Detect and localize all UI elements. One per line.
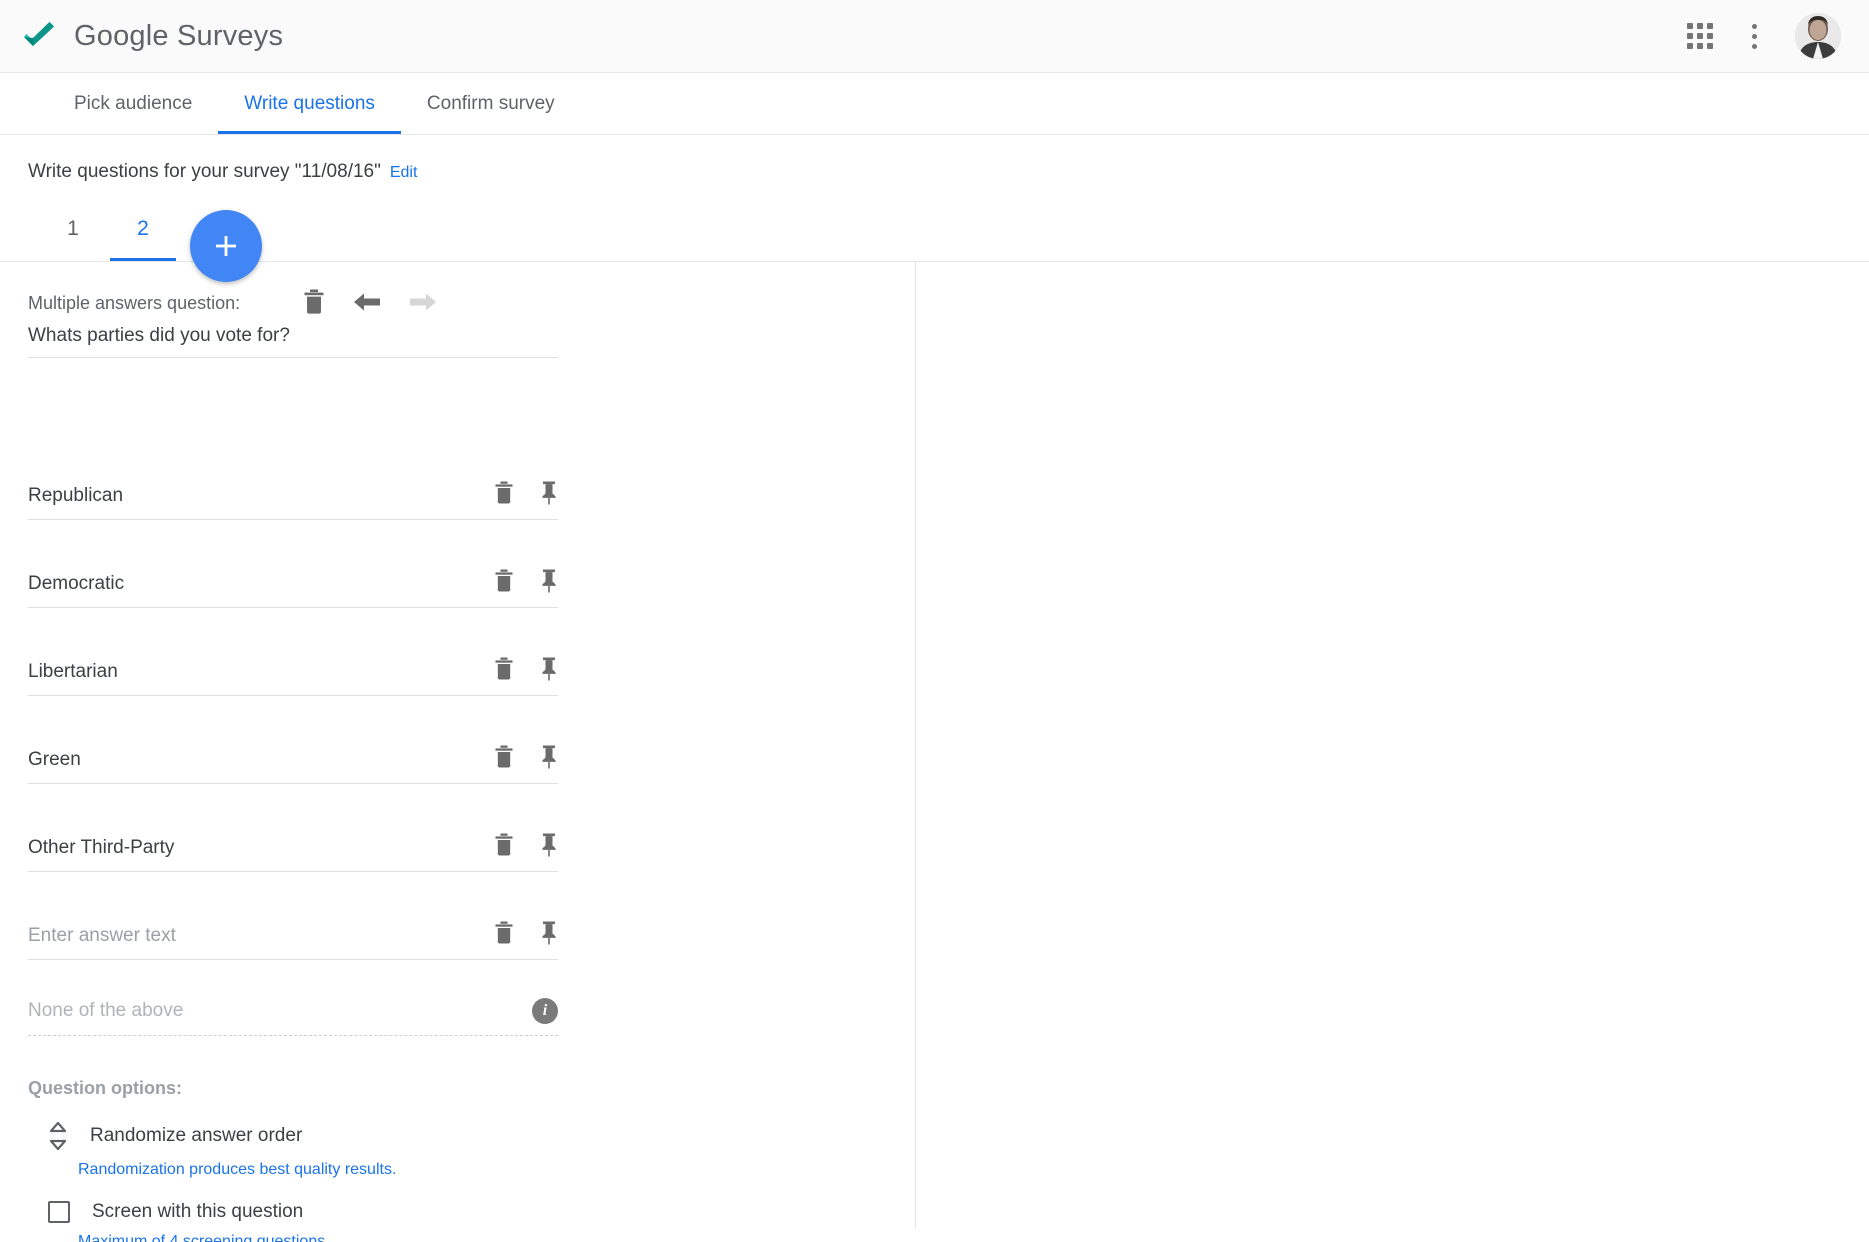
question-editor-pane: Multiple answers question: Whats parties… [0,261,915,1242]
trash-icon [494,569,514,596]
pin-answer-button[interactable] [540,569,558,596]
teal-checkmark-logo-icon [20,17,58,55]
answer-text-input[interactable] [28,748,494,771]
answer-actions [494,921,558,950]
answer-text-input[interactable] [28,836,494,859]
content-split: Multiple answers question: Whats parties… [0,261,1869,1242]
trash-icon [494,921,514,948]
pin-answer-button[interactable] [540,657,558,684]
apps-grid-icon[interactable] [1687,23,1713,49]
arrow-left-icon [353,290,381,317]
tab-confirm-survey[interactable]: Confirm survey [401,73,581,134]
question-tab-2-label: 2 [137,217,149,240]
pin-answer-button[interactable] [540,833,558,860]
tab-write-questions-label: Write questions [244,92,375,114]
top-bar-actions [1687,13,1841,59]
delete-question-button[interactable] [303,289,325,318]
question-editor-header: Multiple answers question: [0,261,915,314]
trash-icon [494,833,514,860]
brand-word-surveys: Surveys [176,19,284,52]
top-bar: Google Surveys [0,0,1869,73]
answer-row [28,784,558,872]
none-of-the-above-label: None of the above [28,1000,184,1021]
trash-icon [494,657,514,684]
info-icon[interactable]: i [532,998,558,1024]
question-editor-actions [303,289,437,318]
pin-answer-button[interactable] [540,745,558,772]
edit-survey-name-link[interactable]: Edit [390,164,418,182]
avatar[interactable] [1795,13,1841,59]
question-preview-pane: Question 2 of 2: [916,261,1869,1229]
delete-answer-button[interactable] [494,657,514,684]
brand-word-google: Google [74,19,169,52]
trash-icon [494,481,514,508]
question-tab-1[interactable]: 1 [38,197,108,261]
answer-row [28,520,558,608]
pin-answer-button[interactable] [540,921,558,948]
answer-text-input[interactable] [28,484,494,507]
screen-hint[interactable]: Maximum of 4 screening questions. [78,1233,915,1242]
pin-icon [540,833,558,860]
answer-text-input[interactable] [28,660,494,683]
answer-actions [494,745,558,774]
delete-answer-button[interactable] [494,921,514,948]
tab-pick-audience[interactable]: Pick audience [48,73,218,134]
question-text-input[interactable] [28,325,558,347]
screen-with-question-row[interactable]: Screen with this question [48,1201,915,1223]
delete-answer-button[interactable] [494,833,514,860]
move-question-forward-button[interactable] [409,290,437,317]
answer-row [28,432,558,520]
checkbox-icon[interactable] [48,1201,70,1223]
answer-list [0,432,915,960]
answer-row [28,696,558,784]
pin-answer-button[interactable] [540,481,558,508]
tab-write-questions[interactable]: Write questions [218,73,401,134]
brand[interactable]: Google Surveys [20,17,283,55]
answer-actions [494,481,558,510]
question-tab-2[interactable]: 2 [108,197,178,261]
survey-title-row: Write questions for your survey "11/08/1… [0,135,1869,183]
question-type-label: Multiple answers question: [28,292,241,313]
answer-row [28,608,558,696]
randomize-hint[interactable]: Randomization produces best quality resu… [78,1161,915,1179]
question-pager-tabs: 1 2 [0,197,1869,261]
question-text-row [28,325,558,358]
up-down-chevron-icon[interactable] [48,1121,68,1151]
delete-answer-button[interactable] [494,569,514,596]
kebab-menu-icon[interactable] [1743,22,1765,50]
answer-actions [494,657,558,686]
add-question-button[interactable] [190,210,262,282]
delete-answer-button[interactable] [494,745,514,772]
delete-answer-button[interactable] [494,481,514,508]
pin-icon [540,657,558,684]
arrow-right-icon [409,290,437,317]
randomize-answer-order-label: Randomize answer order [90,1125,303,1146]
preview-content: Question 2 of 2: [916,261,1869,969]
trash-icon [494,745,514,772]
pin-icon [540,745,558,772]
answer-row-empty [28,872,558,960]
pin-icon [540,921,558,948]
pin-icon [540,569,558,596]
plus-icon [211,231,241,261]
nav-tabs: Pick audience Write questions Confirm su… [0,73,1869,135]
question-tab-1-label: 1 [67,217,79,240]
trash-icon [303,289,325,318]
answer-text-input[interactable] [28,572,494,595]
none-of-the-above-row: None of the above i [28,998,558,1036]
screen-with-question-label: Screen with this question [92,1201,304,1222]
move-question-back-button[interactable] [353,290,381,317]
tab-confirm-survey-label: Confirm survey [426,92,555,114]
question-options-title: Question options: [28,1078,182,1098]
pin-icon [540,481,558,508]
answer-actions [494,833,558,862]
tab-pick-audience-label: Pick audience [74,92,193,114]
answer-text-input[interactable] [28,924,494,947]
answer-actions [494,569,558,598]
brand-title: Google Surveys [74,20,283,53]
randomize-answer-order-row[interactable]: Randomize answer order [48,1121,915,1151]
page-title: Write questions for your survey "11/08/1… [28,161,381,182]
question-pager: 1 2 [0,197,1869,282]
